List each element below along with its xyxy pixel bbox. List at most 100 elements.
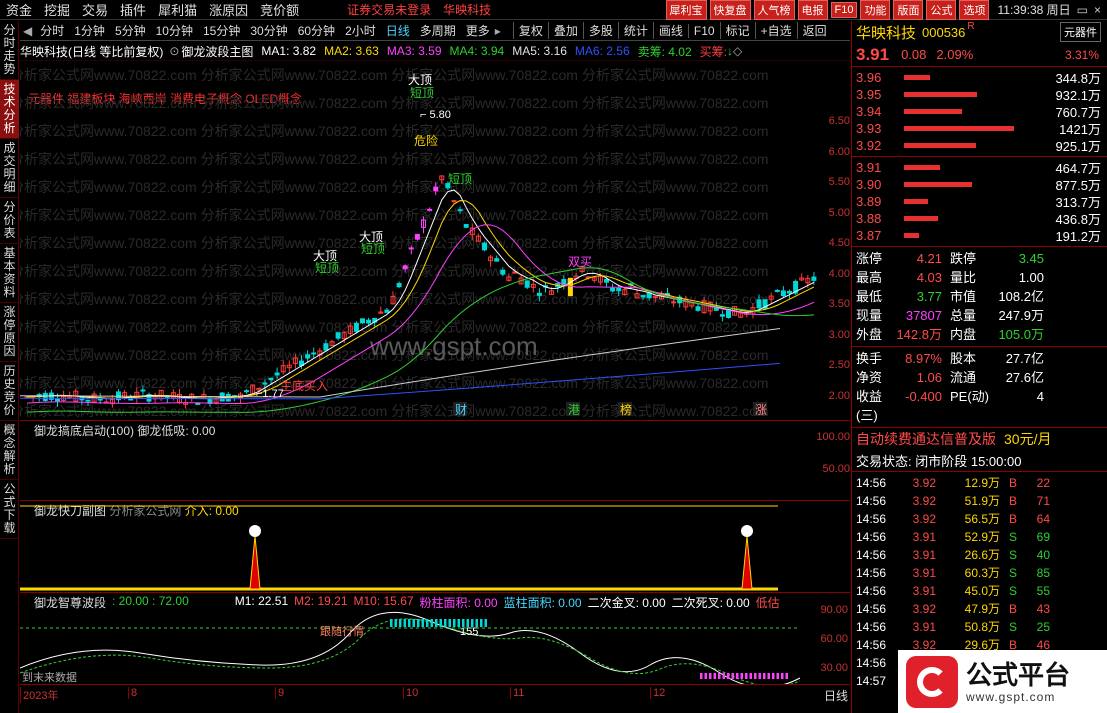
price-tick-2: 5.50 (828, 176, 850, 188)
f10-button[interactable]: F10 (830, 1, 858, 18)
telegraph-button[interactable]: 电报 (797, 0, 828, 20)
stat-k2-1: 量比 (950, 270, 977, 285)
close-icon[interactable]: × (1094, 3, 1101, 17)
menu-mining[interactable]: 挖掘 (38, 0, 76, 19)
settings-diamond-icon[interactable]: ◇ (733, 44, 742, 58)
tool-0[interactable]: 复权 (512, 22, 548, 39)
panel3-pinkbar-10 (745, 673, 748, 679)
stat2-v2-1: 27.6亿 (1005, 370, 1044, 385)
candle-67 (433, 186, 439, 192)
trade-status: 交易状态: 闭市阶段 15:00:00 (852, 450, 1107, 472)
popularity-button[interactable]: 人气榜 (753, 0, 795, 20)
tick-row-4: 14:56 3.91 26.6万 S 40 (856, 546, 1107, 564)
tick-time-10: 14:56 (856, 656, 887, 670)
time-label-1: 8 (128, 687, 137, 699)
left-tab-0[interactable]: 分时走势 (0, 21, 19, 80)
stat2-k1-2: 收益(三) (856, 389, 883, 423)
period-5[interactable]: 30分钟 (245, 22, 292, 39)
tick-time-3: 14:56 (856, 530, 887, 544)
stat-v1-3: 37807 (905, 308, 942, 323)
login-warning[interactable]: 证券交易未登录 (347, 1, 431, 18)
stat2-row-0: 换手 8.97% 股本 27.7亿 (856, 349, 1103, 368)
candlestick-chart[interactable]: 分析家公式网www.70822.com 分析家公式网www.70822.com … (20, 60, 850, 420)
tick-num-6: 55 (1036, 584, 1050, 598)
tool-8[interactable]: 返回 (796, 22, 832, 39)
sector-pct: 3.31% (1064, 47, 1099, 62)
time-label-4: 11 (510, 687, 524, 699)
stat-v1-0: 4.21 (916, 251, 942, 266)
panel3-pinkbar-11 (749, 673, 752, 679)
period-9[interactable]: 多周期 (415, 22, 461, 39)
menu-rise-reason[interactable]: 涨原因 (203, 0, 254, 19)
panel3-ann-bottom: 到末来数据 (22, 670, 77, 684)
tick-vol-4: 26.6万 (964, 548, 1000, 562)
panel3-bar-5 (412, 619, 415, 627)
xilibao-button[interactable]: 犀利宝 (665, 0, 707, 20)
ask-price-3: 3.93 (856, 121, 882, 136)
candle-75 (482, 242, 487, 251)
panel3-bar-21 (484, 619, 487, 627)
stat-k1-3: 现量 (856, 308, 883, 323)
panel3-chart[interactable]: 跟随行情 155 到末来数据 90.00 60.00 30.00 (20, 593, 850, 685)
tool-5[interactable]: F10 (687, 23, 720, 38)
left-tab-8[interactable]: 公式下载 (0, 480, 19, 539)
options-button[interactable]: 选项 (959, 0, 990, 20)
panel3-bar-12 (444, 619, 447, 627)
layout-button[interactable]: 版面 (893, 0, 924, 20)
price-tick-1: 6.00 (828, 145, 850, 158)
time-label-0: 2023年 (20, 687, 58, 703)
sector-button[interactable]: 元器件 (1060, 22, 1101, 42)
restore-icon[interactable]: ▭ (1077, 3, 1088, 17)
tick-time-2: 14:56 (856, 512, 887, 526)
menu-trade[interactable]: 交易 (76, 0, 114, 19)
stat-v2-4: 105.0万 (998, 327, 1044, 342)
bid-vol-4: 191.2万 (1055, 229, 1101, 244)
left-tab-2[interactable]: 成交明细 (0, 139, 19, 198)
period-prev-icon[interactable]: ◀ (20, 24, 35, 38)
left-tab-3[interactable]: 分价表 (0, 198, 19, 244)
formula-button[interactable]: 公式 (926, 0, 957, 20)
period-7[interactable]: 2小时 (340, 22, 381, 39)
period-3[interactable]: 10分钟 (151, 22, 198, 39)
menu-plugins[interactable]: 插件 (114, 0, 152, 19)
tool-4[interactable]: 画线 (652, 22, 688, 39)
period-10[interactable]: 更多 (461, 22, 495, 39)
tick-price-4: 3.91 (912, 548, 936, 562)
tick-num-4: 40 (1036, 548, 1050, 562)
tool-1[interactable]: 叠加 (547, 22, 583, 39)
timeline-period[interactable]: 日线 (824, 687, 848, 704)
period-more-icon[interactable]: ▸ (495, 24, 501, 38)
tool-6[interactable]: 标记 (719, 22, 755, 39)
candle-120 (756, 299, 762, 309)
left-tab-4[interactable]: 基本资料 (0, 244, 19, 303)
tick-vol-1: 51.9万 (964, 494, 1000, 508)
period-2[interactable]: 5分钟 (110, 22, 151, 39)
period-8[interactable]: 日线 (381, 22, 415, 39)
period-1[interactable]: 1分钟 (69, 22, 110, 39)
candle-77 (494, 258, 500, 262)
tool-3[interactable]: 统计 (617, 22, 653, 39)
wm-row-11: 分析家公式网www.70822.com 分析家公式网www.70822.com … (20, 375, 769, 391)
period-4[interactable]: 15分钟 (198, 22, 245, 39)
menu-funds[interactable]: 资金 (0, 0, 38, 19)
indicator-name[interactable]: 御龙波段主图 (181, 43, 253, 60)
period-6[interactable]: 60分钟 (293, 22, 340, 39)
function-button[interactable]: 功能 (860, 0, 891, 20)
left-tab-7[interactable]: 概念解析 (0, 421, 19, 480)
promo-banner[interactable]: 自动续费通达信普及版 30元/月 (852, 428, 1107, 450)
panel3-ann-follow: 跟随行情 (320, 624, 364, 638)
menu-xilimao[interactable]: 犀利猫 (152, 0, 203, 19)
indicator-dropdown-icon[interactable]: ⊙ (169, 44, 179, 58)
left-tab-5[interactable]: 涨停原因 (0, 303, 19, 362)
panel3-pinkbar-5 (722, 673, 725, 679)
panel2-chart[interactable] (20, 501, 850, 593)
left-tab-6[interactable]: 历史竞价 (0, 362, 19, 421)
tool-7[interactable]: +自选 (754, 22, 797, 39)
tool-2[interactable]: 多股 (582, 22, 618, 39)
period-0[interactable]: 分时 (35, 22, 69, 39)
left-tab-1[interactable]: 技术分析 (0, 80, 19, 139)
tick-price-6: 3.91 (912, 584, 936, 598)
candle-64 (414, 233, 420, 240)
quick-review-button[interactable]: 快复盘 (709, 0, 751, 20)
menu-auction[interactable]: 竞价额 (254, 0, 305, 19)
